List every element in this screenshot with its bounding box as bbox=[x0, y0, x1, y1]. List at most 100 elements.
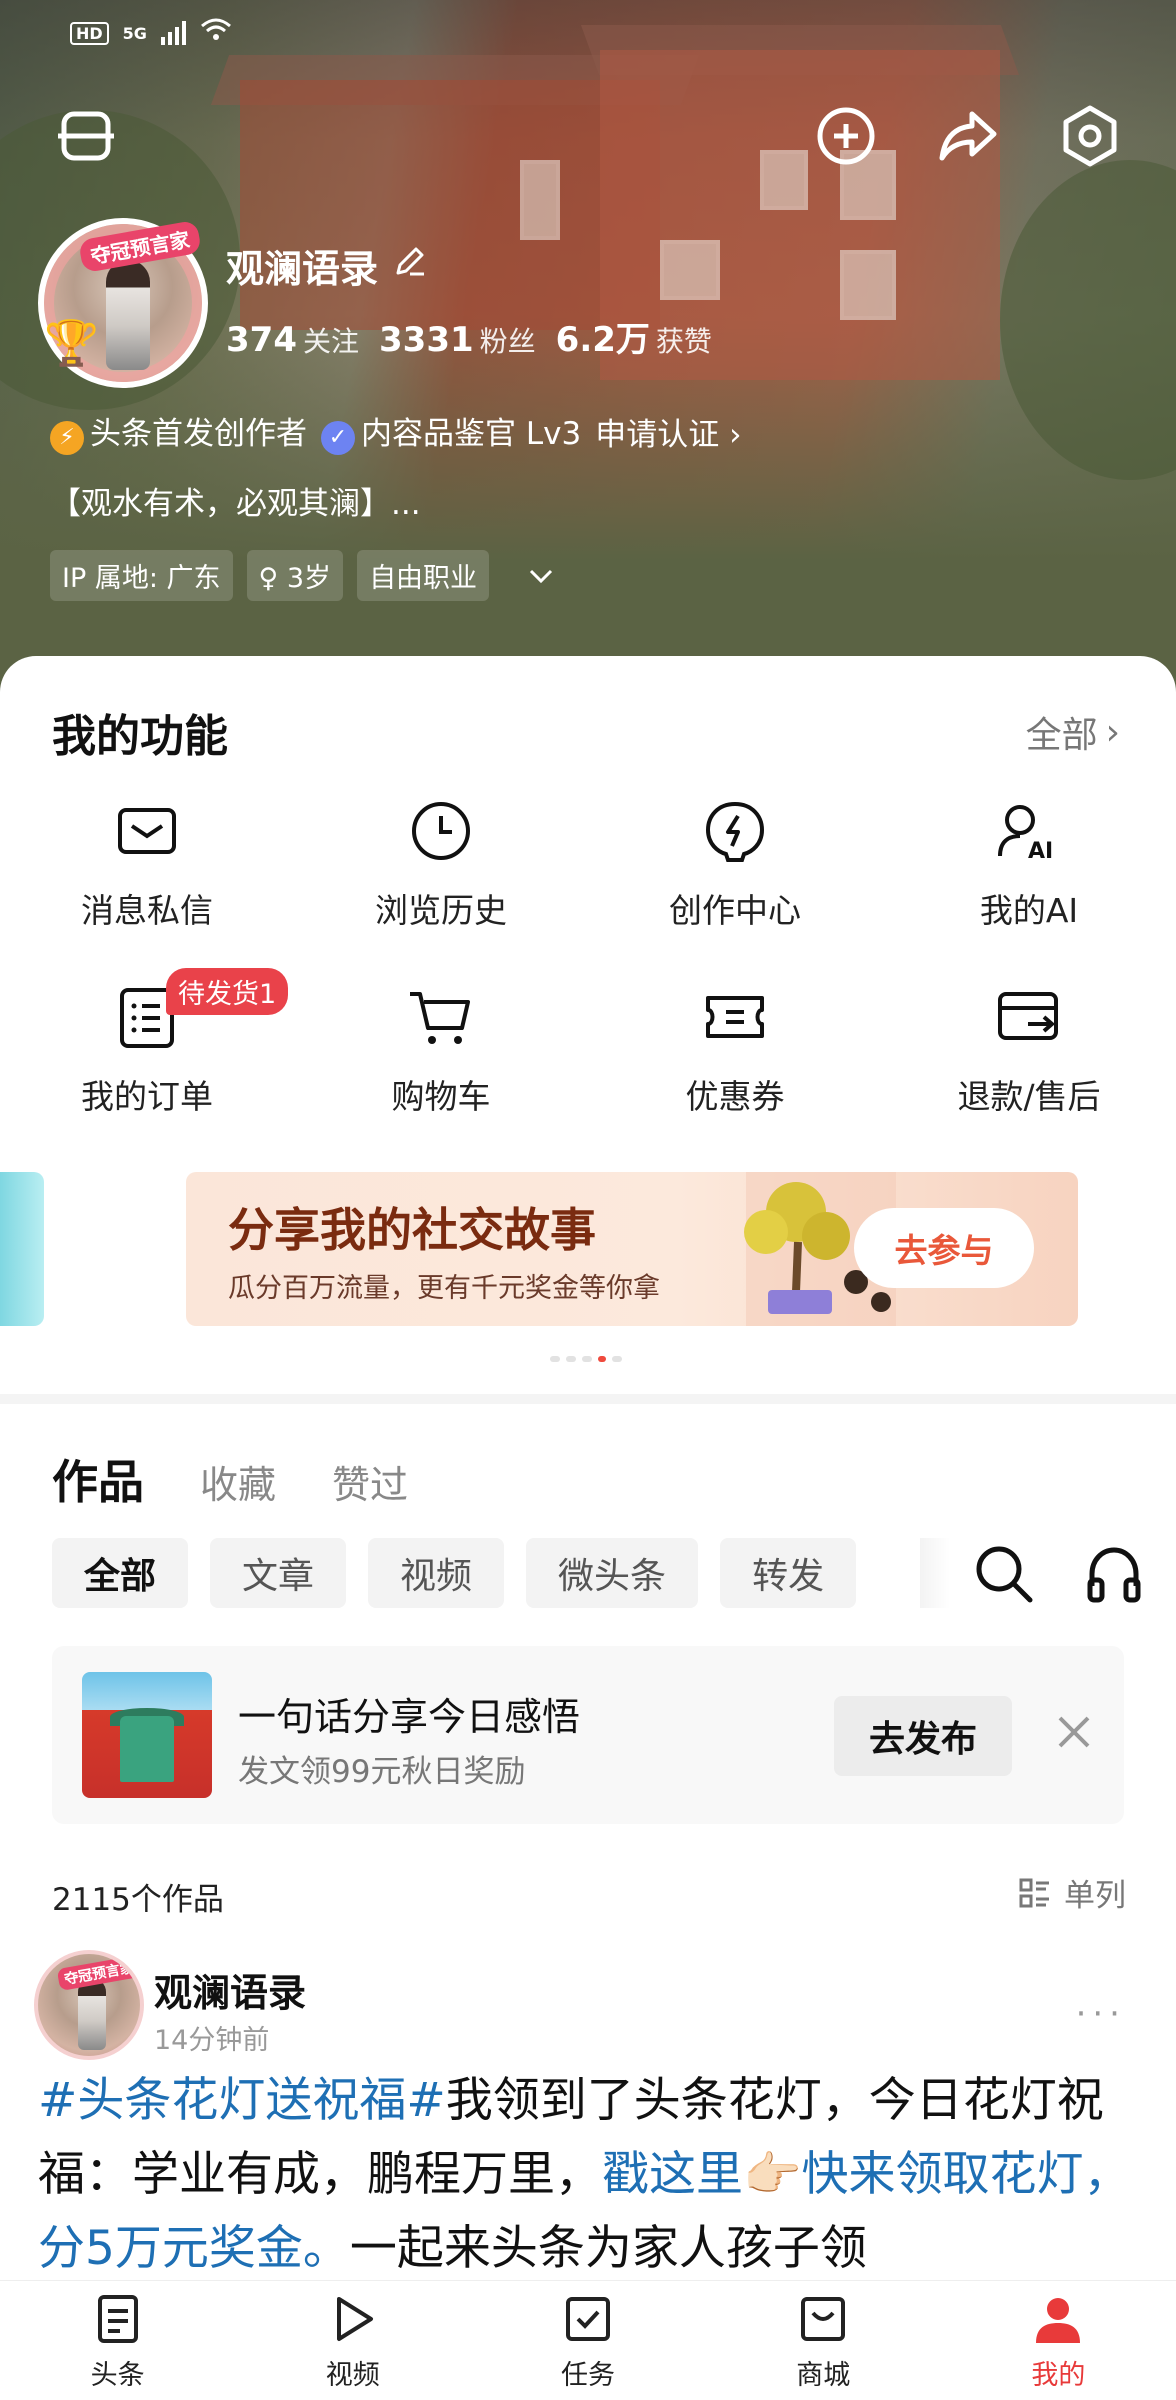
fn-creator-center[interactable]: 创作中心 bbox=[588, 796, 882, 932]
banner-subtitle: 瓜分百万流量，更有千元奖金等你拿 bbox=[228, 1273, 660, 1304]
works-count: 2115个作品 bbox=[52, 1882, 224, 1918]
coupon-icon bbox=[706, 996, 764, 1038]
filter-chips: 全部 文章 视频 微头条 转发 bbox=[52, 1538, 857, 1608]
prompt-subtitle: 发文领99元秋日奖励 bbox=[238, 1754, 526, 1790]
order-badge: 待发货1 bbox=[166, 968, 289, 1015]
tab-liked[interactable]: 赞过 bbox=[332, 1454, 408, 1509]
chip-videos[interactable]: 视频 bbox=[368, 1538, 505, 1608]
nav-news[interactable]: 头条 bbox=[0, 2281, 235, 2400]
prompt-thumbnail bbox=[82, 1672, 212, 1798]
verified-icon: ✓ bbox=[321, 420, 355, 455]
avatar-photo bbox=[106, 260, 150, 370]
wifi-icon bbox=[200, 18, 232, 48]
fn-refund[interactable]: 退款/售后 bbox=[882, 982, 1176, 1118]
profile-tags: IP 属地: 广东 ♀ 3岁 自由职业 bbox=[50, 550, 561, 601]
stat-following[interactable]: 374 关注 bbox=[226, 320, 359, 360]
headphones-icon[interactable] bbox=[1082, 1542, 1146, 1606]
promo-banner[interactable]: 分享我的社交故事 瓜分百万流量，更有千元奖金等你拿 去参与 bbox=[186, 1172, 1078, 1326]
nav-tasks[interactable]: 任务 bbox=[470, 2281, 705, 2400]
works-tabs: 作品 收藏 赞过 bbox=[52, 1446, 408, 1512]
badges-row: ⚡ 头条首发创作者 ✓ 内容品鉴官 Lv3 申请认证 › bbox=[50, 408, 741, 455]
stat-followers[interactable]: 3331 粉丝 bbox=[379, 320, 536, 360]
bottom-nav: 头条 视频 任务 商城 我的 bbox=[0, 2280, 1176, 2400]
avatar[interactable]: 夺冠预言家 🏆 bbox=[38, 218, 208, 388]
cart-icon bbox=[410, 992, 470, 1044]
nav-video[interactable]: 视频 bbox=[235, 2281, 470, 2400]
post-content[interactable]: #头条花灯送祝福#我领到了头条花灯，今日花灯祝福：学业有成，鹏程万里，戳这里👉🏻… bbox=[38, 2064, 1138, 2286]
chips-overflow-fade bbox=[920, 1538, 950, 1608]
badge-reviewer[interactable]: ✓ 内容品鉴官 Lv3 bbox=[321, 408, 581, 455]
tab-favorites[interactable]: 收藏 bbox=[200, 1454, 276, 1509]
fn-cart[interactable]: 购物车 bbox=[294, 982, 588, 1118]
section-divider bbox=[0, 1394, 1176, 1404]
clock-icon bbox=[412, 802, 470, 860]
chevron-down-icon[interactable] bbox=[521, 556, 561, 596]
banner-prev-peek[interactable] bbox=[0, 1172, 44, 1326]
fn-history[interactable]: 浏览历史 bbox=[294, 796, 588, 932]
functions-title: 我的功能 bbox=[52, 711, 228, 762]
news-icon bbox=[97, 2295, 138, 2343]
tab-works[interactable]: 作品 bbox=[52, 1446, 144, 1512]
signal-icon bbox=[160, 21, 186, 45]
certify-link[interactable]: 申请认证 › bbox=[595, 409, 741, 454]
post-timestamp: 14分钟前 bbox=[154, 2025, 270, 2056]
fn-orders[interactable]: 待发货1 我的订单 bbox=[0, 968, 294, 1118]
fn-my-ai[interactable]: AI 我的AI bbox=[882, 796, 1176, 932]
fn-coupons[interactable]: 优惠券 bbox=[588, 982, 882, 1118]
edit-icon[interactable] bbox=[392, 243, 428, 288]
chip-all[interactable]: 全部 bbox=[52, 1538, 189, 1608]
tag-age: ♀ 3岁 bbox=[246, 550, 344, 601]
more-options-icon[interactable]: ··· bbox=[1076, 1994, 1126, 2034]
share-icon[interactable] bbox=[932, 100, 1004, 172]
profile-header: HD 5G 夺冠预言家 🏆 观澜语录 374 关注 3331 粉丝 6.2万 获赞 bbox=[0, 0, 1176, 700]
background-photo-window bbox=[760, 150, 808, 210]
publish-button[interactable]: 去发布 bbox=[834, 1696, 1012, 1776]
background-photo-tree bbox=[1000, 160, 1176, 480]
status-bar: HD 5G bbox=[70, 18, 232, 48]
user-icon bbox=[1036, 2298, 1081, 2343]
mail-icon bbox=[118, 808, 176, 854]
list-view-icon bbox=[1019, 1878, 1049, 1907]
profile-name-row: 观澜语录 bbox=[226, 238, 428, 293]
chip-micro-posts[interactable]: 微头条 bbox=[526, 1538, 699, 1608]
post-text-segment: 一起来头条为家人孩子领 bbox=[349, 2221, 867, 2276]
background-photo-window bbox=[660, 240, 720, 300]
background-photo-window bbox=[840, 250, 896, 320]
play-icon bbox=[336, 2297, 373, 2341]
profile-bio[interactable]: 【观水有术，必观其澜】... bbox=[50, 478, 421, 523]
chevron-right-icon: › bbox=[729, 416, 742, 453]
svg-text:AI: AI bbox=[1028, 839, 1053, 864]
view-mode-toggle[interactable]: 单列 bbox=[1018, 1870, 1126, 1915]
post-hashtag[interactable]: #头条花灯送祝福# bbox=[38, 2073, 446, 2128]
close-icon[interactable] bbox=[1048, 1706, 1100, 1758]
nav-shop[interactable]: 商城 bbox=[706, 2281, 941, 2400]
search-icon[interactable] bbox=[972, 1542, 1036, 1606]
join-button[interactable]: 去参与 bbox=[854, 1208, 1034, 1288]
prompt-title: 一句话分享今日感悟 bbox=[238, 1695, 581, 1739]
chevron-right-icon: › bbox=[1105, 711, 1120, 753]
network-type: 5G bbox=[122, 23, 147, 43]
stat-likes[interactable]: 6.2万 获赞 bbox=[556, 312, 712, 361]
hd-indicator: HD bbox=[70, 21, 109, 45]
menu-icon[interactable] bbox=[50, 100, 122, 172]
profile-stats: 374 关注 3331 粉丝 6.2万 获赞 bbox=[226, 312, 712, 361]
functions-grid: 消息私信 浏览历史 创作中心 AI 我的AI 待发货1 我的订单 购物车 优惠券 bbox=[0, 796, 1176, 1118]
add-icon[interactable] bbox=[810, 100, 882, 172]
tag-occupation: 自由职业 bbox=[357, 550, 490, 601]
carousel-dots bbox=[550, 1356, 622, 1362]
profile-name: 观澜语录 bbox=[226, 247, 379, 291]
settings-icon[interactable] bbox=[1054, 100, 1126, 172]
refund-icon bbox=[998, 992, 1058, 1040]
chip-reposts[interactable]: 转发 bbox=[720, 1538, 857, 1608]
post-author-avatar[interactable]: 夺冠预言家 bbox=[34, 1950, 144, 2060]
functions-all-link[interactable]: 全部 › bbox=[1026, 706, 1120, 758]
fn-messages[interactable]: 消息私信 bbox=[0, 796, 294, 932]
badge-creator[interactable]: ⚡ 头条首发创作者 bbox=[50, 408, 307, 455]
ai-icon: AI bbox=[998, 805, 1053, 864]
chip-articles[interactable]: 文章 bbox=[210, 1538, 347, 1608]
nav-me[interactable]: 我的 bbox=[941, 2281, 1176, 2400]
shop-icon bbox=[801, 2297, 846, 2341]
trophy-icon: 🏆 bbox=[44, 318, 99, 369]
functions-card: 我的功能 全部 › 消息私信 浏览历史 创作中心 AI 我的AI 待发货1 我的订… bbox=[0, 656, 1176, 1396]
post-author-name[interactable]: 观澜语录 bbox=[154, 1962, 306, 2017]
